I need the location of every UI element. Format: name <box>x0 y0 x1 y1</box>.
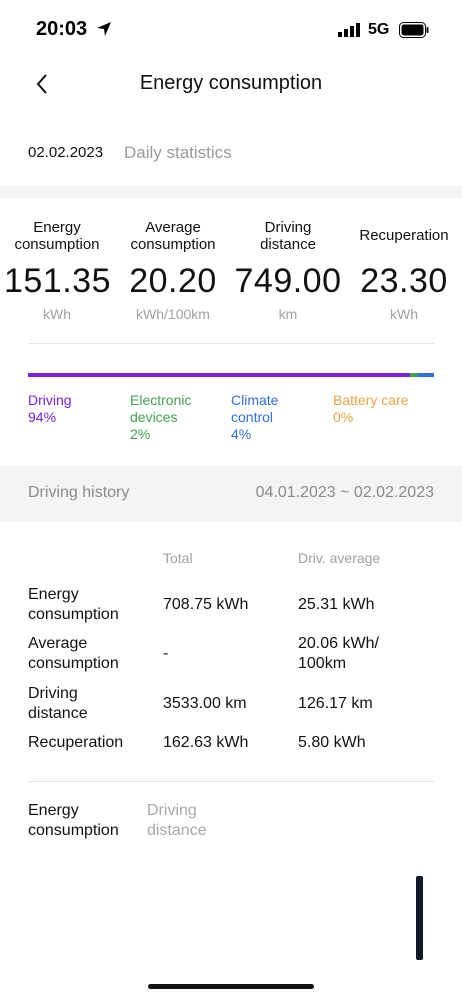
home-indicator[interactable] <box>148 984 314 989</box>
stat-label-average-consumption: Average consumption <box>130 219 216 253</box>
stat-value-energy-consumption: 151.35 <box>4 262 111 300</box>
status-time: 20:03 <box>36 18 88 40</box>
selected-date[interactable]: 02.02.2023 <box>28 144 103 161</box>
table-row-label: Energy consumption <box>28 586 119 623</box>
driving-history-title: Driving history <box>28 484 130 501</box>
network-type: 5G <box>368 21 390 38</box>
table-cell-total: 162.63 kWh <box>163 734 249 751</box>
scroll-indicator[interactable] <box>416 876 423 960</box>
driving-history-range[interactable]: 04.01.2023 ~ 02.02.2023 <box>256 484 434 502</box>
location-arrow-icon <box>97 22 111 36</box>
distribution-electronic-devices: Electronic devices 2% <box>130 392 192 442</box>
stat-value-average-consumption: 20.20 <box>129 262 217 300</box>
stat-label-recuperation: Recuperation <box>359 227 449 244</box>
stat-unit-energy-consumption: kWh <box>43 306 71 322</box>
table-row-label: Average consumption <box>28 635 119 672</box>
table-row-label: Driving distance <box>28 685 88 722</box>
section-separator <box>0 186 462 198</box>
divider <box>28 343 434 344</box>
distribution-segment-2 <box>417 373 434 377</box>
table-cell-total: 3533.00 km <box>163 695 247 712</box>
distribution-segment-0 <box>28 373 410 377</box>
table-cell-average: 5.80 kWh <box>298 734 366 751</box>
battery-icon <box>399 22 429 38</box>
stat-label-driving-distance: Driving distance <box>260 219 316 253</box>
stat-unit-average-consumption: kWh/100km <box>136 306 210 322</box>
statistics-mode[interactable]: Daily statistics <box>124 143 232 163</box>
distribution-segment-1 <box>409 373 418 377</box>
tab-driving-distance[interactable]: Driving distance <box>147 801 207 841</box>
table-cell-total: - <box>163 645 169 662</box>
distribution-driving: Driving 94% <box>28 392 72 425</box>
tab-energy-consumption[interactable]: Energy consumption <box>28 801 119 841</box>
table-row-label: Recuperation <box>28 734 124 751</box>
stat-unit-driving-distance: km <box>278 306 298 322</box>
stat-value-recuperation: 23.30 <box>360 262 448 300</box>
distribution-climate-control: Climate control 4% <box>231 392 279 442</box>
energy-distribution-bar <box>28 373 434 377</box>
table-cell-average: 126.17 km <box>298 695 373 712</box>
column-header-total: Total <box>163 550 193 566</box>
page-title: Energy consumption <box>139 72 323 94</box>
column-header-average: Driv. average <box>298 550 381 566</box>
divider <box>28 781 434 782</box>
signal-icon <box>338 23 360 37</box>
table-cell-average: 20.06 kWh/100km <box>298 635 379 672</box>
stat-value-driving-distance: 749.00 <box>234 262 342 300</box>
stat-unit-recuperation: kWh <box>390 306 418 322</box>
table-cell-total: 708.75 kWh <box>163 596 249 613</box>
table-cell-average: 25.31 kWh <box>298 596 375 613</box>
distribution-battery-care: Battery care 0% <box>333 392 409 425</box>
stat-label-energy-consumption: Energy consumption <box>14 219 100 253</box>
